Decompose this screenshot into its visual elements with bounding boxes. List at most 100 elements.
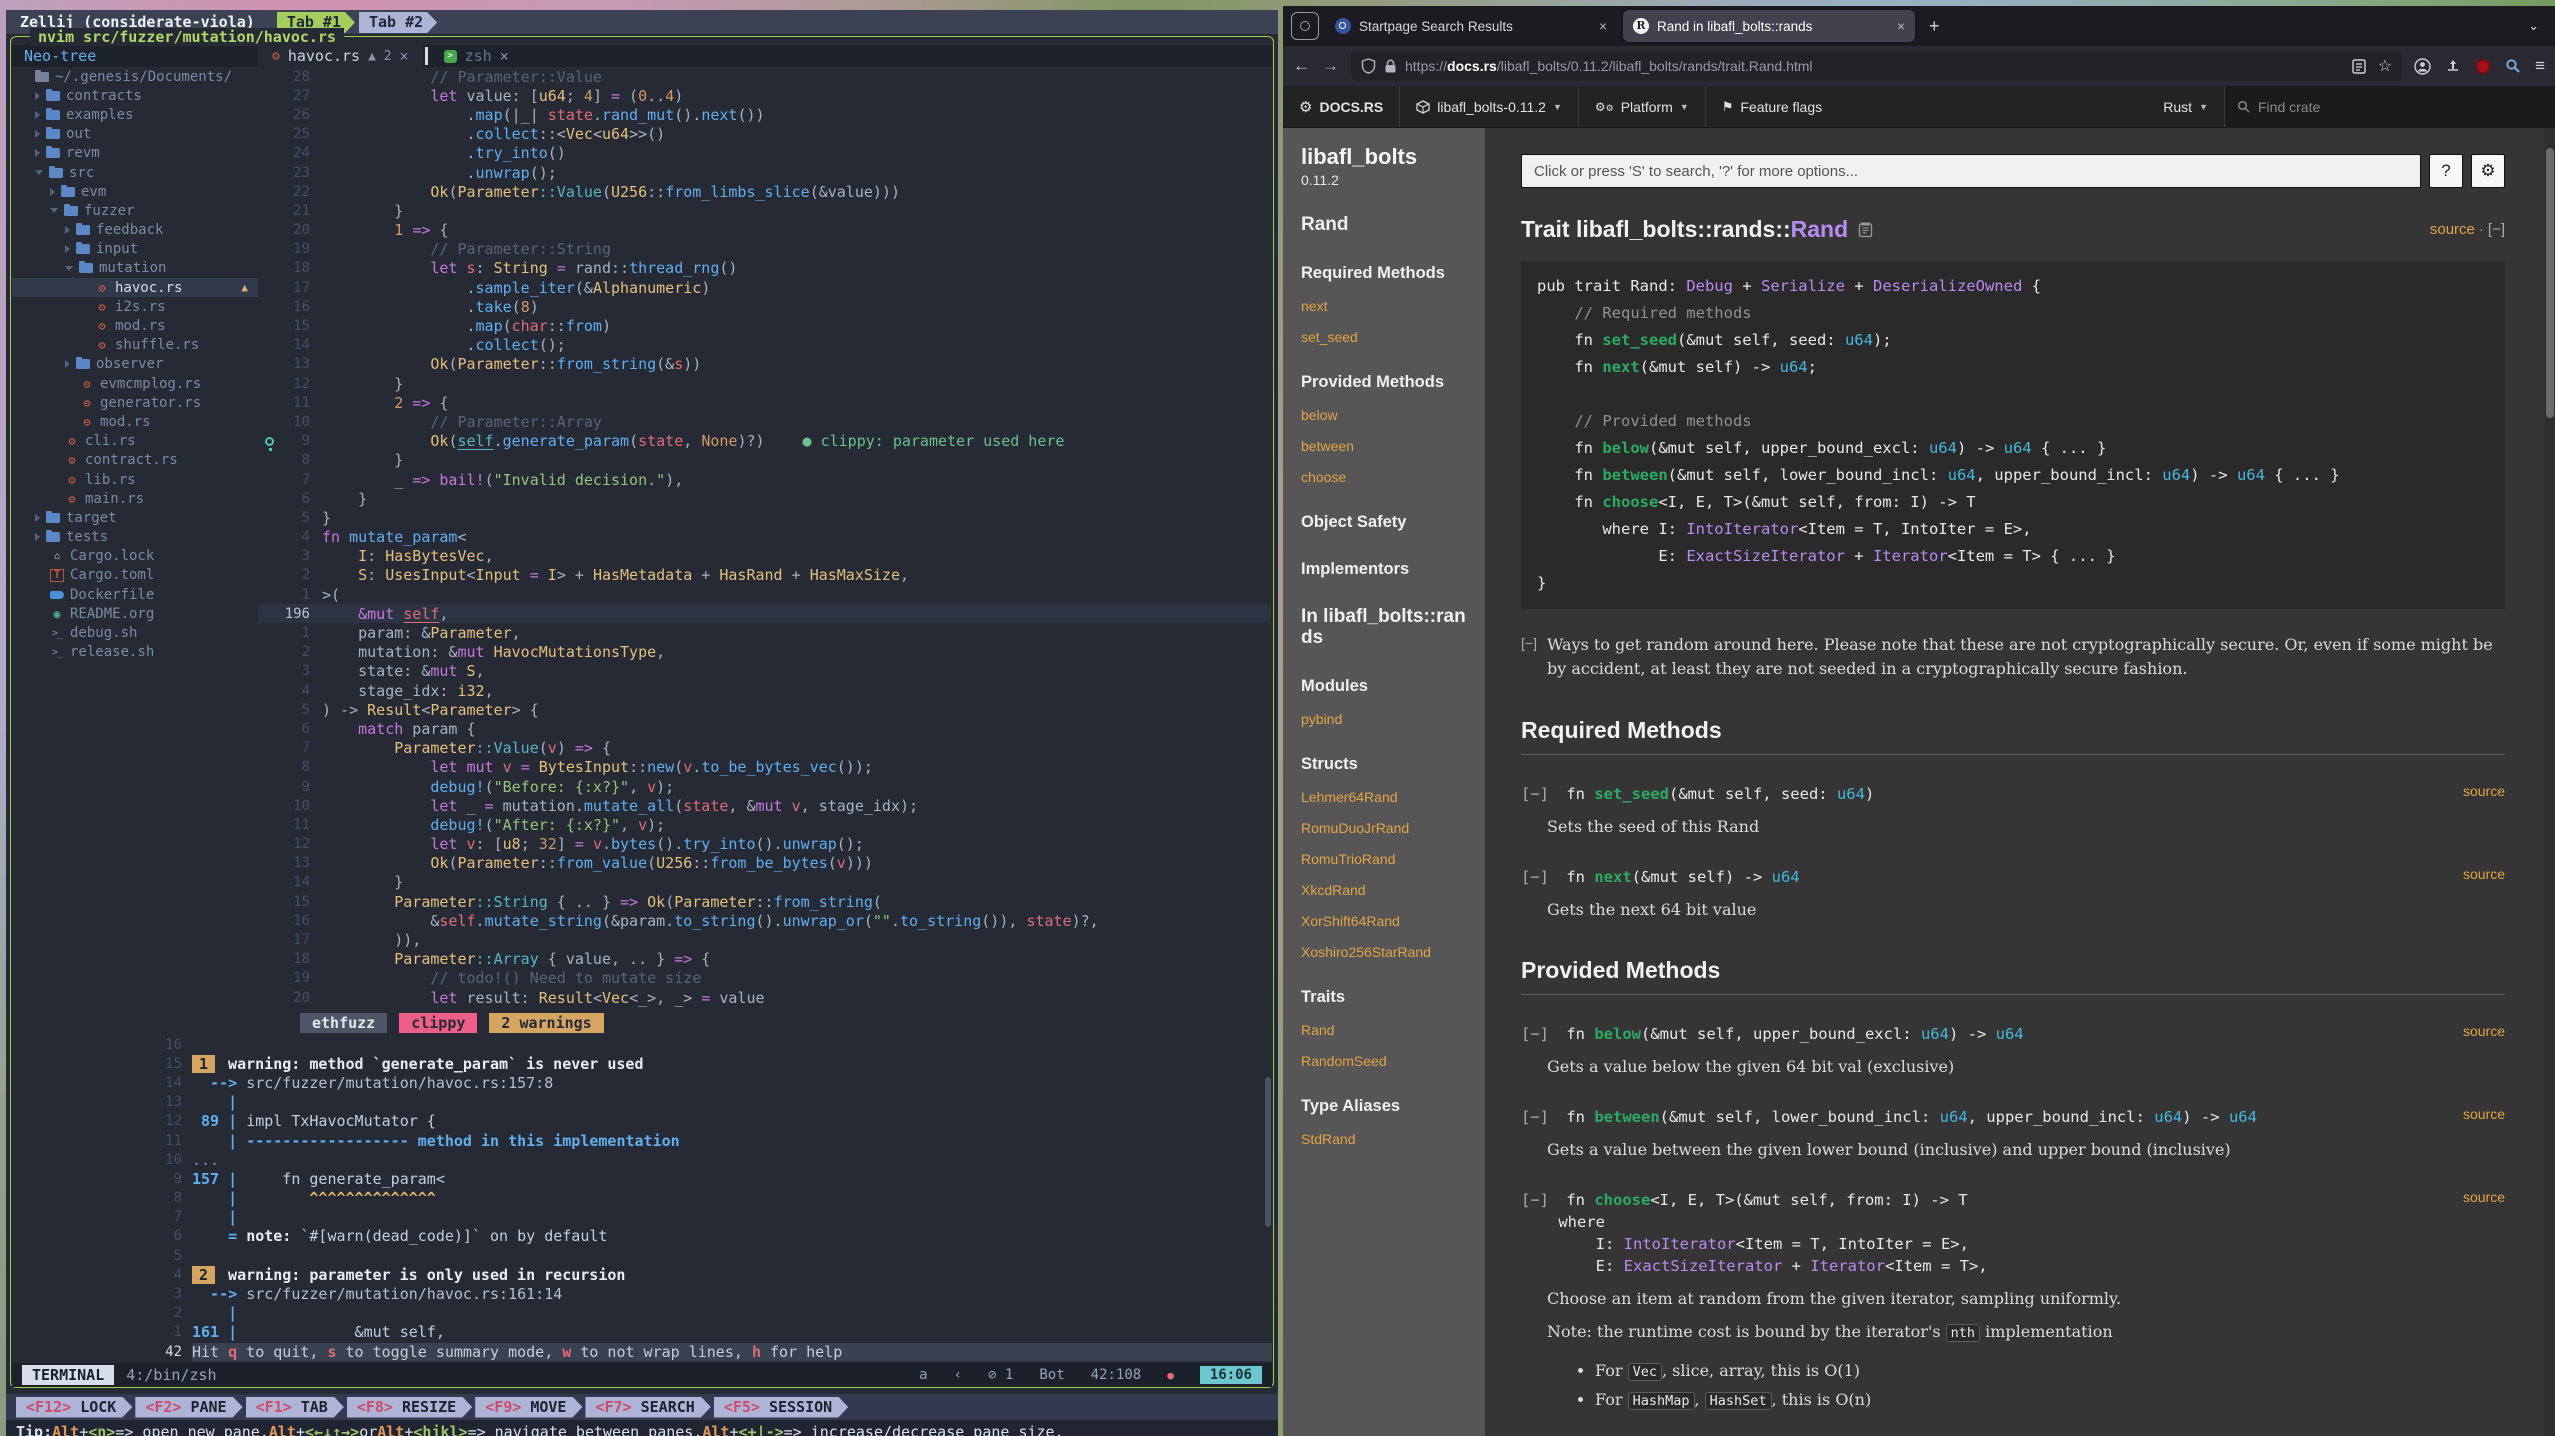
feature-flags-link[interactable]: ⚑ Feature flags [1706, 86, 1838, 127]
search-help-button[interactable]: ? [2429, 154, 2463, 188]
source-link[interactable]: source [2463, 783, 2505, 805]
sidebar-heading[interactable]: Implementors [1301, 560, 1469, 579]
tree-item-lib.rs[interactable]: ⚙lib.rs [12, 470, 258, 489]
rust-language-dropdown[interactable]: Rust ▼ [2147, 86, 2225, 127]
method-signature[interactable]: [−] fn below(&mut self, upper_bound_excl… [1521, 1023, 2024, 1045]
close-icon[interactable]: × [1897, 19, 1905, 34]
tree-item-Cargo.toml[interactable]: TCargo.toml [12, 566, 258, 585]
url-bar[interactable]: https://docs.rs/libafl_bolts/0.11.2/liba… [1351, 51, 2402, 81]
tree-item-input[interactable]: input [12, 240, 258, 259]
close-icon[interactable]: × [400, 47, 409, 65]
tree-item-generator.rs[interactable]: ⚙generator.rs [12, 393, 258, 412]
sidebar-link-between[interactable]: between [1301, 438, 1469, 454]
sidebar-link-StdRand[interactable]: StdRand [1301, 1131, 1469, 1147]
tree-item-contract.rs[interactable]: ⚙contract.rs [12, 451, 258, 470]
reader-mode-icon[interactable] [2352, 59, 2366, 74]
sidebar-link-Lehmer64Rand[interactable]: Lehmer64Rand [1301, 789, 1469, 805]
source-link[interactable]: source [2463, 1023, 2505, 1045]
expander-collapsed-icon[interactable] [65, 245, 70, 253]
browser-tab[interactable]: Startpage Search Results× [1325, 10, 1617, 42]
sidebar-link-RandomSeed[interactable]: RandomSeed [1301, 1053, 1469, 1069]
expander-collapsed-icon[interactable] [35, 111, 40, 119]
tree-item-mod.rs[interactable]: ⚙mod.rs [12, 316, 258, 335]
tree-item-mod.rs[interactable]: ⚙mod.rs [12, 412, 258, 431]
sidebar-heading[interactable]: Traits [1301, 988, 1469, 1007]
zellij-tab[interactable]: Tab #2 [359, 12, 437, 33]
expander-expanded-icon[interactable] [35, 170, 43, 175]
clippy-output-window[interactable]: 16151 warning: method `generate_param` i… [12, 1035, 1272, 1362]
tree-item-shuffle.rs[interactable]: ⚙shuffle.rs [12, 336, 258, 355]
tracking-shield-icon[interactable] [1361, 58, 1376, 74]
tree-item-revm[interactable]: revm [12, 144, 258, 163]
keybar-item[interactable]: <F9> MOVE [475, 1397, 582, 1418]
keybar-item[interactable]: <F8> RESIZE [347, 1397, 472, 1418]
expander-collapsed-icon[interactable] [35, 533, 40, 541]
sidebar-link-next[interactable]: next [1301, 298, 1469, 314]
sidebar-link-XkcdRand[interactable]: XkcdRand [1301, 882, 1469, 898]
sidebar-link-Rand[interactable]: Rand [1301, 1022, 1469, 1038]
keybar-item[interactable]: <F1> TAB [246, 1397, 344, 1418]
collapse-toggle[interactable]: [−] [1521, 1108, 1558, 1126]
tree-item-out[interactable]: out [12, 125, 258, 144]
sidebar-link-choose[interactable]: choose [1301, 469, 1469, 485]
method-signature[interactable]: [−] fn next(&mut self) -> u64 [1521, 866, 1800, 888]
firefox-view-icon[interactable] [1291, 12, 1319, 40]
page-scrollbar[interactable] [2545, 128, 2555, 1436]
buffer-tab-havoc.rs[interactable]: ⚙havoc.rs▲ 2× [258, 45, 423, 67]
buffer-tab-zsh[interactable]: >zsh× [430, 45, 523, 67]
collapse-toggle[interactable]: [−] [1521, 1191, 1558, 1209]
tree-item-debug.sh[interactable]: >_debug.sh [12, 623, 258, 642]
tree-item-evmcmplog.rs[interactable]: ⚙evmcmplog.rs [12, 374, 258, 393]
keybar-item[interactable]: <F2> PANE [135, 1397, 242, 1418]
tree-item-havoc.rs[interactable]: ⚙havoc.rs▲ [12, 278, 258, 297]
expander-expanded-icon[interactable] [65, 266, 73, 271]
tree-item-evm[interactable]: evm [12, 182, 258, 201]
forward-button[interactable]: → [1322, 56, 1339, 76]
sidebar-heading[interactable]: Required Methods [1301, 264, 1469, 283]
sidebar-heading[interactable]: Structs [1301, 755, 1469, 774]
tree-item-~/.genesis/Documents/[interactable]: ~/.genesis/Documents/ [12, 67, 258, 86]
sidebar-heading[interactable]: Type Aliases [1301, 1097, 1469, 1116]
expander-collapsed-icon[interactable] [65, 226, 70, 234]
expander-collapsed-icon[interactable] [35, 92, 40, 100]
sidebar-link-XorShift64Rand[interactable]: XorShift64Rand [1301, 913, 1469, 929]
browser-tab[interactable]: RRand in libafl_bolts::rands× [1623, 10, 1915, 42]
tree-item-src[interactable]: src [12, 163, 258, 182]
expander-collapsed-icon[interactable] [35, 514, 40, 522]
back-button[interactable]: ← [1293, 56, 1310, 76]
expander-collapsed-icon[interactable] [35, 130, 40, 138]
sidebar-link-pybind[interactable]: pybind [1301, 711, 1469, 727]
sidebar-heading[interactable]: Modules [1301, 677, 1469, 696]
tree-item-README.org[interactable]: ◉README.org [12, 604, 258, 623]
list-tabs-chevron-icon[interactable]: ⌄ [2520, 18, 2547, 34]
collapse-toggle[interactable]: [−] [2488, 221, 2505, 238]
sync-icon[interactable] [2445, 58, 2461, 74]
sidebar-heading[interactable]: Object Safety [1301, 513, 1469, 532]
sidebar-heading[interactable]: In libafl_bolts::rands [1301, 607, 1469, 649]
search-extension-icon[interactable] [2505, 58, 2521, 74]
sidebar-link-RomuTrioRand[interactable]: RomuTrioRand [1301, 851, 1469, 867]
tree-item-tests[interactable]: tests [12, 528, 258, 547]
source-link[interactable]: source [2463, 1106, 2505, 1128]
tree-item-fuzzer[interactable]: fuzzer [12, 201, 258, 220]
settings-gear-button[interactable]: ⚙ [2471, 154, 2505, 188]
account-icon[interactable] [2414, 58, 2431, 75]
method-signature[interactable]: [−] fn set_seed(&mut self, seed: u64) [1521, 783, 1874, 805]
collapse-toggle[interactable]: [−] [1521, 785, 1558, 803]
expander-collapsed-icon[interactable] [35, 149, 40, 157]
sidebar-link-below[interactable]: below [1301, 407, 1469, 423]
method-signature[interactable]: [−] fn between(&mut self, lower_bound_in… [1521, 1106, 2257, 1128]
find-crate-search[interactable]: Find crate [2225, 86, 2555, 128]
collapse-toggle[interactable]: [−] [1521, 633, 1537, 681]
close-icon[interactable]: × [1599, 19, 1607, 34]
tree-item-release.sh[interactable]: >_release.sh [12, 643, 258, 662]
keybar-item[interactable]: <F12> LOCK [16, 1397, 132, 1418]
expander-collapsed-icon[interactable] [65, 360, 70, 368]
source-link[interactable]: source [2463, 866, 2505, 888]
tree-item-main.rs[interactable]: ⚙main.rs [12, 489, 258, 508]
tree-item-i2s.rs[interactable]: ⚙i2s.rs [12, 297, 258, 316]
tree-item-Dockerfile[interactable]: Dockerfile [12, 585, 258, 604]
docs-search-input[interactable] [1521, 154, 2421, 188]
keybar-item[interactable]: <F5> SESSION [714, 1397, 848, 1418]
tree-item-feedback[interactable]: feedback [12, 221, 258, 240]
